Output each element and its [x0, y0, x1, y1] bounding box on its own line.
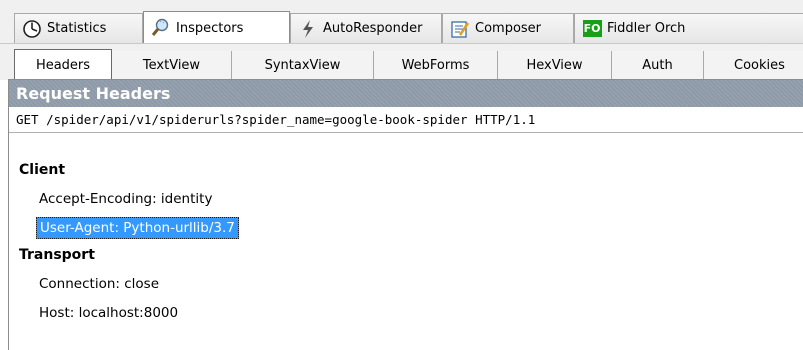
group-transport[interactable]: Transport — [19, 247, 95, 263]
tab-autoresponder-label: AutoResponder — [323, 21, 423, 36]
header-host[interactable]: Host: localhost:8000 — [39, 303, 178, 323]
top-tab-strip: Statistics Inspectors AutoResponder Comp… — [0, 0, 803, 44]
tab-composer-label: Composer — [475, 21, 542, 36]
tab-inspectors-label: Inspectors — [176, 20, 244, 36]
inspectors-icon — [150, 18, 172, 38]
tab-webforms[interactable]: WebForms — [374, 51, 498, 80]
header-accept-encoding[interactable]: Accept-Encoding: identity — [39, 189, 212, 209]
autoresponder-icon — [297, 19, 319, 39]
fiddler-orchestra-icon: FO — [581, 19, 603, 39]
fo-badge: FO — [582, 20, 602, 37]
tab-hexview[interactable]: HexView — [498, 51, 612, 80]
group-client[interactable]: Client — [19, 162, 65, 178]
tab-fiddler-orchestra-label: Fiddler Orch — [607, 21, 686, 36]
tab-textview[interactable]: TextView — [112, 51, 232, 80]
request-headers-panel: Request Headers GET /spider/api/v1/spide… — [8, 79, 803, 350]
tab-cookies[interactable]: Cookies — [704, 51, 803, 80]
tab-composer[interactable]: Composer — [442, 13, 574, 43]
tab-auth[interactable]: Auth — [612, 51, 704, 80]
request-headers-title: Request Headers — [9, 80, 803, 107]
tab-syntaxview[interactable]: SyntaxView — [232, 51, 374, 80]
inspector-sub-tab-strip: Headers TextView SyntaxView WebForms Hex… — [0, 43, 803, 80]
tab-headers[interactable]: Headers — [14, 49, 112, 80]
tab-statistics[interactable]: Statistics — [14, 13, 143, 43]
tab-fiddler-orchestra[interactable]: FO Fiddler Orch — [574, 13, 803, 43]
header-connection[interactable]: Connection: close — [39, 274, 159, 294]
statistics-icon — [21, 19, 43, 39]
tab-inspectors[interactable]: Inspectors — [143, 11, 290, 44]
tab-statistics-label: Statistics — [47, 21, 107, 36]
header-user-agent[interactable]: User-Agent: Python-urllib/3.7 — [36, 217, 239, 239]
composer-icon — [449, 19, 471, 39]
request-line[interactable]: GET /spider/api/v1/spiderurls?spider_nam… — [9, 107, 803, 133]
tab-autoresponder[interactable]: AutoResponder — [290, 13, 442, 43]
